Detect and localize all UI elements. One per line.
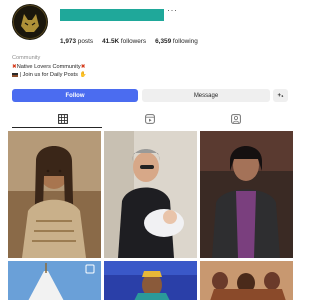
post-thumbnail[interactable]	[8, 261, 101, 300]
bio-line-2: | Join us for Daily Posts ✋	[12, 72, 86, 78]
wolf-logo-image	[13, 5, 47, 39]
post-thumbnail[interactable]	[200, 131, 293, 258]
reels-icon[interactable]	[145, 114, 155, 124]
suggested-accounts-button[interactable]: +₁	[273, 89, 288, 102]
active-tab-indicator	[12, 127, 102, 128]
profile-tabs	[0, 110, 300, 128]
flag-emoji-icon	[12, 72, 18, 77]
bio-line-1: ✖Native Lovers Community✖	[12, 64, 86, 70]
post-thumbnail[interactable]	[104, 131, 197, 258]
profile-category: Community	[12, 55, 41, 61]
tagged-icon[interactable]	[231, 114, 241, 124]
profile-stats: 1,973 posts 41.5K followers 6,359 follow…	[60, 38, 198, 45]
profile-avatar[interactable]	[12, 4, 48, 40]
follow-button[interactable]: Follow	[12, 89, 138, 102]
post-thumbnail[interactable]	[8, 131, 101, 258]
more-options-icon[interactable]: ···	[167, 5, 178, 15]
emoji-icon: ✖	[80, 64, 86, 70]
followers-count[interactable]: 41.5K followers	[102, 38, 146, 45]
username-redacted	[60, 9, 164, 21]
posts-count: 1,973 posts	[60, 38, 94, 45]
message-button[interactable]: Message	[142, 89, 270, 102]
following-count[interactable]: 6,359 following	[155, 38, 198, 45]
post-thumbnail[interactable]	[200, 261, 293, 300]
post-thumbnail[interactable]	[104, 261, 197, 300]
hands-emoji-icon: ✋	[79, 72, 87, 78]
grid-icon[interactable]	[58, 114, 68, 124]
